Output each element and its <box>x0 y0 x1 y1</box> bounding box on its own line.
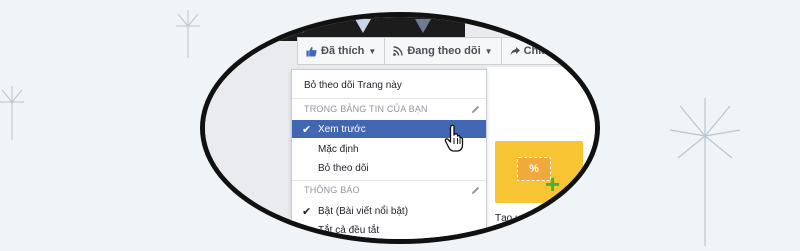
liked-button[interactable]: Đã thích ▼ <box>298 38 386 64</box>
share-button[interactable]: Chia s <box>502 38 565 64</box>
rss-icon <box>393 46 404 56</box>
menu-item-unfollow-page[interactable]: Bỏ theo dõi Trang này <box>292 76 486 94</box>
liked-label: Đã thích <box>321 45 365 57</box>
caret-down-icon: ▼ <box>484 46 493 56</box>
zoom-lens: Đã thích ▼ Đang theo dõi ▼ Chia s Bỏ the… <box>200 12 600 244</box>
menu-section-notifications: THÔNG BÁO <box>304 185 480 195</box>
thumbs-up-icon <box>306 46 317 57</box>
plus-icon: + <box>545 169 561 199</box>
dandelion-decoration-right <box>669 98 741 246</box>
menu-item-notifications-on[interactable]: ✔ Bật (Bài viết nổi bật) <box>292 202 486 220</box>
page-background <box>205 17 295 239</box>
menu-item-label: Bỏ theo dõi Trang này <box>304 79 402 91</box>
pencil-icon[interactable] <box>471 186 480 195</box>
create-offer-label[interactable]: Tạo ưu đãi <box>495 213 543 224</box>
hand-pointer-icon <box>444 124 464 152</box>
check-icon: ✔ <box>302 123 312 136</box>
following-label: Đang theo dõi <box>407 45 481 57</box>
menu-divider <box>292 98 486 99</box>
create-offer-card[interactable]: % + <box>495 141 583 203</box>
section-label: THÔNG BÁO <box>304 185 360 195</box>
menu-item-label: Xem trước <box>318 123 366 135</box>
pencil-icon[interactable] <box>471 105 480 114</box>
menu-section-newsfeed: TRONG BẢNG TIN CỦA BẠN <box>304 104 480 114</box>
section-label: TRONG BẢNG TIN CỦA BẠN <box>304 104 428 114</box>
menu-item-label: Mặc định <box>318 143 359 155</box>
menu-item-unfollow[interactable]: Bỏ theo dõi <box>292 159 486 177</box>
caret-down-icon: ▼ <box>368 46 377 56</box>
menu-divider <box>292 180 486 181</box>
menu-item-label: Bật (Bài viết nổi bật) <box>318 205 409 217</box>
page-action-bar: Đã thích ▼ Đang theo dõi ▼ Chia s <box>297 37 595 65</box>
menu-item-all-off[interactable]: Tắt cả đều tắt <box>292 221 486 239</box>
share-label: Chia s <box>523 45 557 57</box>
dandelion-decoration-top <box>176 10 200 58</box>
menu-item-label: Bỏ theo dõi <box>318 162 369 174</box>
share-arrow-icon <box>510 47 520 56</box>
following-button[interactable]: Đang theo dõi ▼ <box>385 38 502 64</box>
dandelion-decoration-left <box>0 86 24 140</box>
check-icon: ✔ <box>302 205 312 218</box>
menu-item-label: Tắt cả đều tắt <box>318 224 380 236</box>
follow-dropdown-menu: Bỏ theo dõi Trang này TRONG BẢNG TIN CỦA… <box>291 69 487 239</box>
